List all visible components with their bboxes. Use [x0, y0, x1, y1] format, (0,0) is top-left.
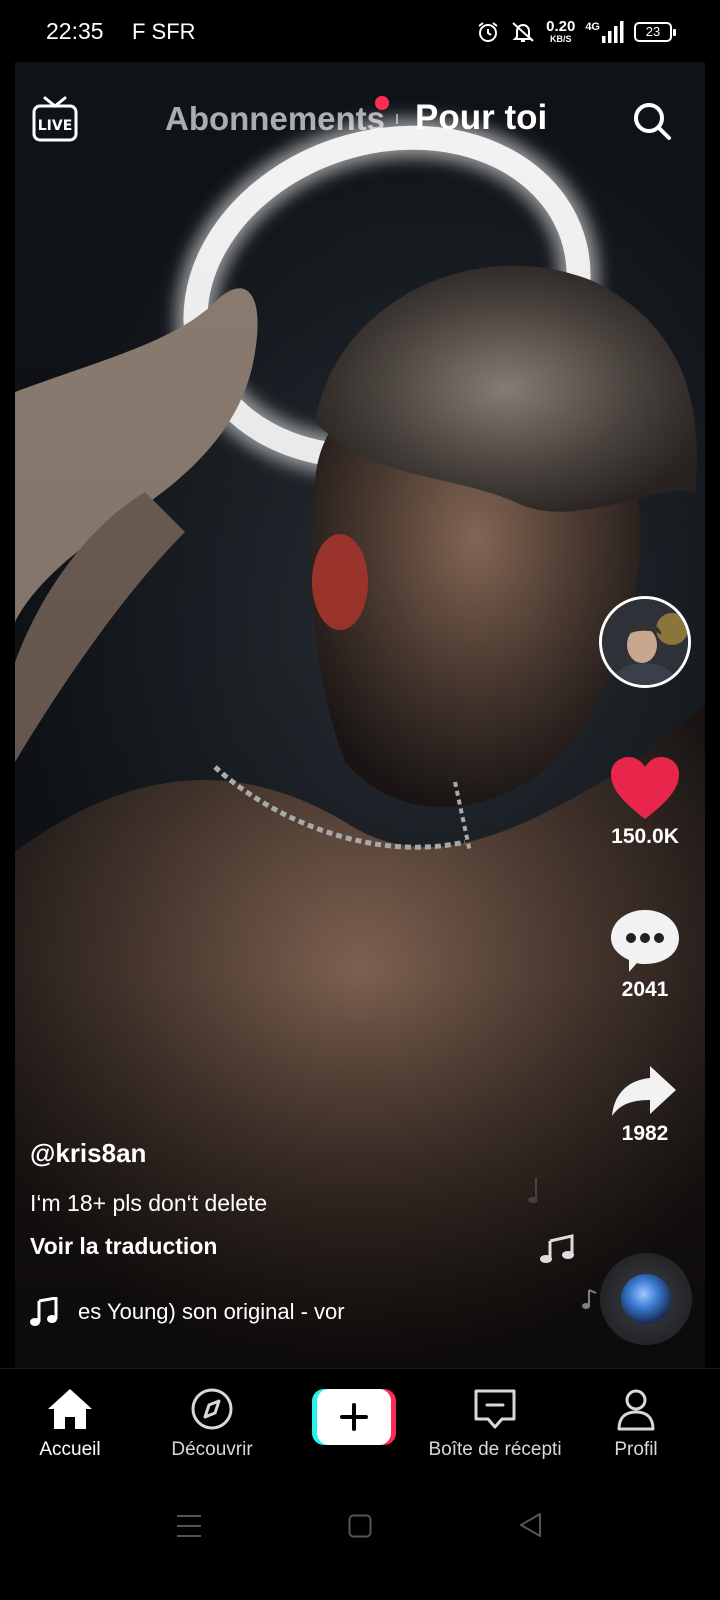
creator-username[interactable]: @kris8an — [30, 1138, 146, 1169]
status-carrier: F SFR — [132, 19, 196, 44]
nav-discover-label: Découvrir — [171, 1439, 253, 1460]
speed-unit: KB/S — [549, 33, 572, 44]
system-navigation — [0, 1490, 720, 1600]
avatar-image — [602, 599, 688, 685]
alarm-icon — [478, 22, 498, 42]
nav-home-label: Accueil — [39, 1439, 101, 1460]
plus-icon — [312, 1389, 396, 1445]
comment-count: 2041 — [621, 978, 669, 1001]
live-label: LIVE — [38, 118, 73, 134]
floating-music-note-icon — [582, 1289, 597, 1309]
status-bar: 22:35 F SFR 0.20 KB/S 4G 23 — [0, 0, 720, 64]
tab-following[interactable]: Abonnements — [165, 100, 385, 138]
nav-discover[interactable]: Découvrir — [137, 1387, 287, 1461]
notification-dot — [375, 96, 389, 110]
music-disc-cover — [621, 1274, 671, 1324]
compass-icon — [191, 1388, 233, 1430]
nav-profile-label: Profil — [614, 1439, 658, 1460]
tab-separator — [396, 114, 398, 124]
network-speed: 0.20 KB/S — [546, 17, 576, 45]
nav-profile[interactable]: Profil — [561, 1387, 711, 1461]
heart-icon — [611, 757, 679, 819]
share-icon — [612, 1066, 676, 1116]
back-icon[interactable] — [518, 1512, 544, 1538]
system-home-icon[interactable] — [348, 1514, 372, 1538]
nav-home[interactable]: Accueil — [0, 1387, 145, 1461]
comment-icon — [611, 910, 679, 972]
nav-inbox-label: Boîte de récepti — [428, 1439, 562, 1460]
profile-icon — [617, 1389, 655, 1431]
creator-avatar[interactable] — [599, 596, 691, 688]
video-player[interactable] — [15, 62, 705, 1368]
nav-inbox[interactable]: Boîte de récepti — [420, 1387, 570, 1461]
music-title: es Young) son original - vor — [78, 1299, 345, 1324]
post-caption: I‘m 18+ pls don‘t delete — [30, 1190, 268, 1216]
speed-value: 0.20 — [546, 17, 576, 35]
live-icon[interactable]: LIVE — [31, 94, 79, 144]
share-count: 1982 — [621, 1122, 669, 1145]
floating-music-note-icon — [540, 1234, 574, 1263]
tab-for-you[interactable]: Pour toi — [415, 98, 547, 138]
video-frame — [15, 62, 705, 1368]
home-icon — [48, 1389, 92, 1429]
floating-music-note-icon — [528, 1178, 538, 1203]
comment-button[interactable]: 2041 — [600, 906, 690, 1002]
music-note-icon — [30, 1297, 58, 1326]
battery-indicator: 23 — [634, 22, 676, 42]
search-icon[interactable] — [631, 100, 673, 142]
network-type: 4G — [585, 21, 600, 33]
share-button[interactable]: 1982 — [600, 1062, 690, 1146]
menu-icon[interactable] — [176, 1514, 202, 1538]
music-disc[interactable] — [600, 1253, 692, 1345]
top-navigation: LIVE Abonnements Pour toi — [15, 62, 705, 172]
status-icons: 0.20 KB/S 4G 23 — [476, 16, 676, 48]
signal-icon: 4G — [585, 21, 624, 43]
create-button[interactable] — [312, 1389, 396, 1445]
music-info[interactable]: es Young) son original - vor — [30, 1296, 438, 1328]
inbox-icon — [474, 1389, 516, 1429]
status-time: 22:35 — [46, 18, 104, 44]
translate-link[interactable]: Voir la traduction — [30, 1233, 217, 1260]
like-button[interactable]: 150.0K — [600, 755, 690, 849]
bottom-navigation: Accueil Découvrir Boîte de récepti Profi… — [0, 1368, 720, 1490]
silent-bell-icon — [512, 22, 534, 42]
like-count: 150.0K — [611, 825, 679, 848]
